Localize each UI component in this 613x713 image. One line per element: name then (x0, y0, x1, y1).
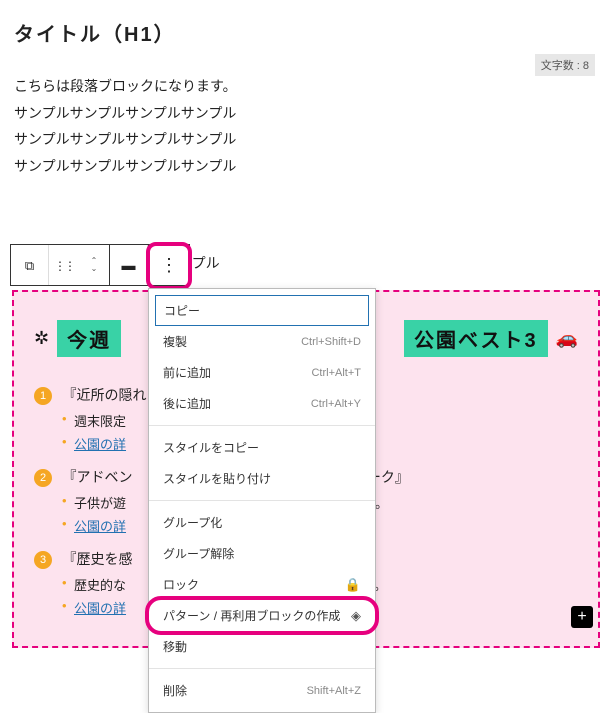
item-title: 『歴史を感 (62, 551, 132, 567)
more-options-button[interactable] (149, 245, 189, 285)
drag-handle-button[interactable] (49, 257, 79, 273)
select-parent-button[interactable] (11, 245, 49, 285)
menu-item-insert-before[interactable]: 前に追加Ctrl+Alt+T (149, 357, 375, 388)
para-line: こちらは段落ブロックになります。 (14, 73, 603, 100)
menu-item-create-reusable[interactable]: パターン / 再利用ブロックの作成◈ (149, 600, 375, 631)
detail-link[interactable]: 公園の詳 (74, 601, 126, 616)
menu-item-lock[interactable]: ロック🔒 (149, 569, 375, 600)
menu-item-group[interactable]: グループ化 (149, 507, 375, 538)
menu-item-copy[interactable]: コピー (155, 295, 369, 326)
lock-icon: 🔒 (345, 577, 361, 593)
menu-item-copy-style[interactable]: スタイルをコピー (149, 432, 375, 463)
detail-link[interactable]: 公園の詳 (74, 437, 126, 452)
block-toolbar: ⌃⌄ (10, 244, 190, 286)
block-options-menu: コピー 複製Ctrl+Shift+D 前に追加Ctrl+Alt+T 後に追加Ct… (148, 288, 376, 713)
menu-item-delete[interactable]: 削除Shift+Alt+Z (149, 675, 375, 706)
page-title: タイトル（H1） (14, 18, 603, 47)
copy-outline-icon (25, 257, 34, 274)
para-line: サンプルサンプルサンプルサンプル (14, 126, 603, 153)
item-title: 『アドベン (62, 469, 132, 485)
char-count-badge: 文字数 : 8 (535, 54, 595, 76)
align-icon (122, 257, 136, 273)
menu-item-paste-style[interactable]: スタイルを貼り付け (149, 463, 375, 494)
drag-icon (54, 257, 74, 273)
heading-right: 公園ベスト3 (404, 320, 548, 357)
accessibility-icon: ✲ (34, 328, 49, 349)
detail-link[interactable]: 公園の詳 (74, 519, 126, 534)
move-updown-button[interactable]: ⌃⌄ (79, 257, 109, 273)
rank-badge: 2 (34, 469, 52, 487)
more-icon (160, 255, 178, 276)
add-block-button[interactable]: + (571, 606, 593, 628)
menu-item-insert-after[interactable]: 後に追加Ctrl+Alt+Y (149, 388, 375, 419)
para-line: サンプルサンプルサンプルサンプル (14, 100, 603, 127)
rank-badge: 3 (34, 551, 52, 569)
diamond-icon: ◈ (351, 608, 361, 624)
menu-item-duplicate[interactable]: 複製Ctrl+Shift+D (149, 326, 375, 357)
updown-icon: ⌃⌄ (91, 257, 98, 273)
menu-item-move[interactable]: 移動 (149, 631, 375, 662)
rank-badge: 1 (34, 387, 52, 405)
car-icon: 🚗 (556, 328, 578, 349)
item-title: 『近所の隠れ (62, 387, 146, 403)
align-button[interactable] (110, 245, 148, 285)
paragraph-block[interactable]: こちらは段落ブロックになります。 サンプルサンプルサンプルサンプル サンプルサン… (14, 73, 603, 179)
para-line: サンプルサンプルサンプルサンプル (14, 153, 603, 180)
menu-item-ungroup[interactable]: グループ解除 (149, 538, 375, 569)
heading-left: 今週 (57, 320, 121, 357)
